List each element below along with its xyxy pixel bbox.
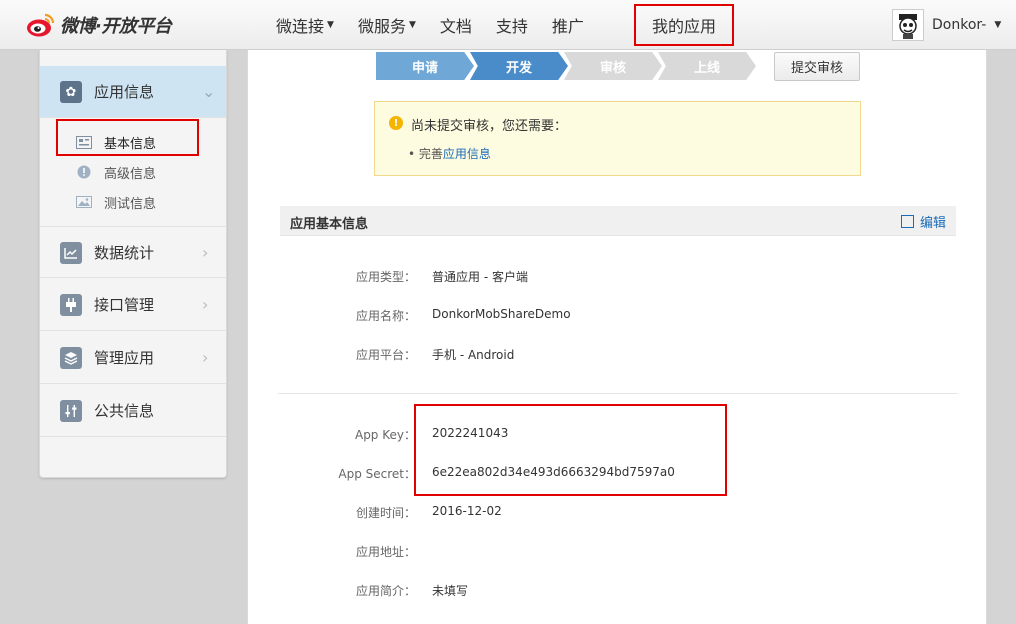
- notice-item: • 完善应用信息: [408, 147, 491, 161]
- edit-link[interactable]: 编辑: [900, 212, 946, 231]
- nav-docs[interactable]: 文档: [428, 0, 484, 50]
- sidebar-item-advanced-info[interactable]: 高级信息: [76, 160, 156, 184]
- sidebar-group-app-info[interactable]: ✿ 应用信息 ⌄: [40, 66, 226, 118]
- step-develop: 开发: [470, 52, 568, 80]
- section-header: 应用基本信息 编辑: [280, 206, 956, 236]
- step-label: 开发: [505, 60, 532, 76]
- field-value: 手机 - Android: [432, 348, 515, 362]
- user-menu[interactable]: Donkor- ▼: [892, 9, 1001, 41]
- nav-label: 文档: [439, 17, 472, 36]
- step-apply: 申请: [376, 52, 474, 80]
- notice-box: ! 尚未提交审核，您还需要： • 完善应用信息: [374, 101, 861, 176]
- avatar-face-icon: [899, 14, 917, 39]
- chevron-right-icon: ›: [202, 242, 209, 262]
- sliders-icon: [60, 400, 82, 422]
- weibo-eye-icon: [27, 13, 55, 37]
- sidebar-group-api-manage[interactable]: 接口管理 ›: [40, 279, 226, 331]
- field-value: DonkorMobShareDemo: [432, 307, 571, 321]
- field-label: 应用平台：: [355, 348, 416, 362]
- divider: [278, 393, 958, 394]
- weibo-logo[interactable]: 微博·开放平台: [26, 11, 172, 39]
- field-row-app-intro: 应用简介： 未填写: [248, 582, 988, 602]
- caret-down-icon: ▼: [408, 20, 416, 30]
- sidebar-group-label: 应用信息: [94, 83, 155, 101]
- sidebar-group-public-info[interactable]: 公共信息: [40, 385, 226, 437]
- avatar[interactable]: [892, 9, 924, 41]
- step-review: 审核: [564, 52, 662, 80]
- edit-icon: [900, 215, 914, 228]
- sidebar-group-data-stats[interactable]: 数据统计 ›: [40, 226, 226, 278]
- nav-weifuwu[interactable]: 微服务 ▼: [346, 0, 428, 50]
- sidebar-group-manage-app[interactable]: 管理应用 ›: [40, 332, 226, 384]
- nav-label: 微服务: [357, 17, 406, 36]
- highlight-box: [414, 404, 727, 496]
- field-value: 普通应用 - 客户端: [432, 270, 528, 284]
- user-name: Donkor-: [932, 17, 987, 33]
- field-label: 创建时间：: [355, 506, 416, 520]
- caret-down-icon: ▼: [327, 20, 334, 30]
- chevron-down-icon: ⌄: [202, 82, 216, 101]
- chevron-right-icon: ›: [202, 348, 209, 367]
- field-value: 未填写: [432, 584, 469, 598]
- sidebar-item-label: 测试信息: [104, 196, 157, 212]
- field-row-app-name: 应用名称： DonkorMobShareDemo: [248, 307, 988, 327]
- nav-label: 微连接: [276, 17, 325, 36]
- sidebar-group-label: 接口管理: [94, 296, 155, 314]
- submit-review-button[interactable]: 提交审核: [774, 52, 860, 81]
- plug-icon: [60, 294, 82, 316]
- nav-label: 支持: [495, 17, 528, 36]
- field-row-app-url: 应用地址：: [248, 543, 988, 563]
- edit-label: 编辑: [919, 216, 946, 231]
- sidebar-item-label: 高级信息: [104, 166, 157, 182]
- step-label: 审核: [599, 60, 626, 76]
- logo-text: 微博·开放平台: [60, 16, 172, 37]
- layers-icon: [60, 347, 82, 369]
- highlight-box: [56, 119, 199, 156]
- notice-item-prefix: 完善: [418, 147, 443, 161]
- nav-weilianjie[interactable]: 微连接 ▼: [264, 0, 346, 50]
- sidebar-item-test-info[interactable]: 测试信息: [76, 190, 156, 214]
- field-row-app-type: 应用类型： 普通应用 - 客户端: [248, 268, 988, 288]
- nav-promote[interactable]: 推广: [540, 0, 596, 50]
- chart-icon: [60, 242, 82, 264]
- sidebar-group-label: 公共信息: [94, 402, 155, 420]
- field-row-app-platform: 应用平台： 手机 - Android: [248, 346, 988, 366]
- app-info-link[interactable]: 应用信息: [443, 147, 491, 161]
- main-nav: 微连接 ▼ 微服务 ▼ 文档 支持 推广 我的应用: [264, 0, 734, 50]
- field-value: 2016-12-02: [432, 504, 502, 518]
- main-content: 申请 开发 审核 上线 提交审核 ! 尚未提交审核，您还需要： • 完善应用信息…: [247, 50, 987, 624]
- nav-support[interactable]: 支持: [484, 0, 540, 50]
- warning-icon: !: [389, 116, 403, 130]
- field-label: 应用地址：: [355, 545, 416, 559]
- sidebar-group-label: 管理应用: [94, 349, 155, 367]
- field-label: 应用名称：: [355, 309, 416, 323]
- step-label: 申请: [411, 60, 438, 76]
- progress-steps: 申请 开发 审核 上线: [376, 52, 756, 80]
- nav-label: 推广: [551, 17, 584, 36]
- field-label: App Secret：: [338, 467, 416, 481]
- notice-title: 尚未提交审核，您还需要：: [411, 119, 568, 134]
- gear-icon: ✿: [60, 81, 82, 103]
- sidebar-group-label: 数据统计: [94, 243, 155, 262]
- caret-down-icon[interactable]: ▼: [994, 20, 1001, 30]
- field-label: 应用类型：: [355, 270, 416, 284]
- nav-my-apps[interactable]: 我的应用: [634, 4, 734, 46]
- field-row-created: 创建时间： 2016-12-02: [248, 504, 988, 524]
- alert-icon: [76, 165, 92, 179]
- step-label: 上线: [693, 60, 720, 76]
- step-online: 上线: [658, 52, 756, 80]
- sidebar: ✿ 应用信息 ⌄ 基本信息 高级信息 测试信息 数据统计 › 接口管理 › 管理…: [39, 50, 227, 478]
- section-title: 应用基本信息: [290, 217, 369, 232]
- top-navbar: 微博·开放平台 微连接 ▼ 微服务 ▼ 文档 支持 推广 我的应用 Donkor- …: [0, 0, 1016, 50]
- nav-label: 我的应用: [651, 17, 716, 36]
- field-label: App Key：: [354, 428, 416, 442]
- image-icon: [76, 195, 92, 209]
- field-label: 应用简介：: [355, 584, 416, 598]
- chevron-right-icon: ›: [202, 295, 209, 314]
